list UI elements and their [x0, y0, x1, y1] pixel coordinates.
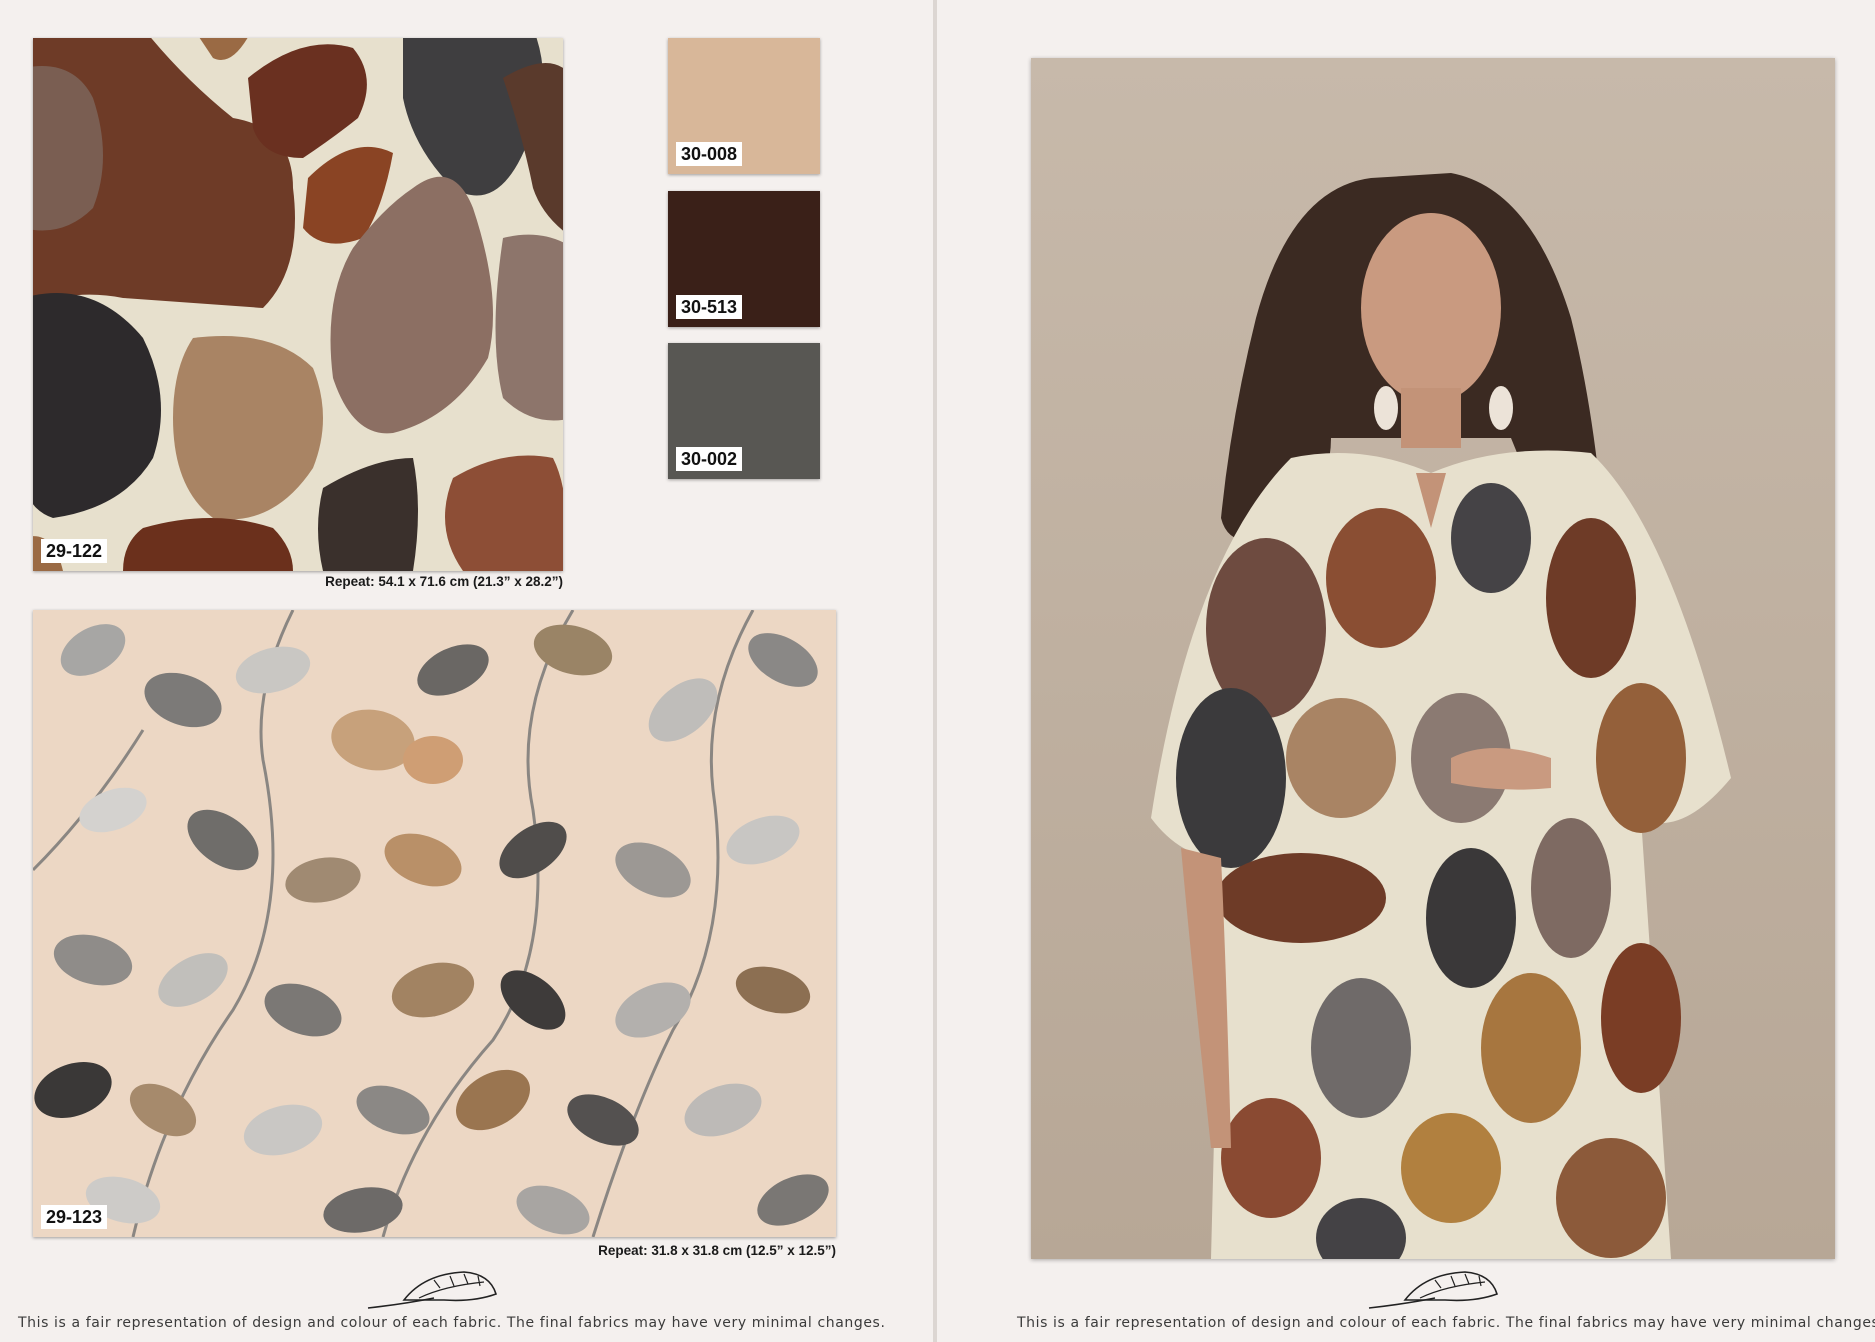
model-illustration	[1031, 58, 1835, 1259]
print-repeat-29-123: Repeat: 31.8 x 31.8 cm (12.5” x 12.5”)	[598, 1243, 836, 1258]
solid-swatch-30-513: 30-513	[668, 191, 820, 327]
print-code-label: 29-122	[41, 539, 108, 563]
feather-logo-icon	[1368, 1271, 1498, 1309]
print-code-label: 29-123	[41, 1205, 108, 1229]
solid-code-label: 30-008	[676, 142, 743, 166]
print-swatch-29-123: 29-123	[33, 610, 836, 1237]
solid-swatch-30-008: 30-008	[668, 38, 820, 174]
left-page: 29-122 Repeat: 54.1 x 71.6 cm (21.3” x 2…	[0, 0, 933, 1342]
solid-code-label: 30-513	[676, 295, 743, 319]
solid-code-label: 30-002	[676, 447, 743, 471]
model-photo	[1031, 58, 1835, 1259]
leaf-pattern	[33, 610, 829, 1237]
print-swatch-29-122: 29-122	[33, 38, 563, 571]
print-repeat-29-122: Repeat: 54.1 x 71.6 cm (21.3” x 28.2”)	[325, 574, 563, 589]
disclaimer-text: This is a fair representation of design …	[18, 1315, 886, 1331]
feather-logo-icon	[367, 1271, 497, 1309]
stone-pattern	[33, 38, 563, 571]
solid-swatch-30-002: 30-002	[668, 343, 820, 479]
disclaimer-text: This is a fair representation of design …	[1017, 1315, 1875, 1331]
right-page: This is a fair representation of design …	[937, 0, 1875, 1342]
